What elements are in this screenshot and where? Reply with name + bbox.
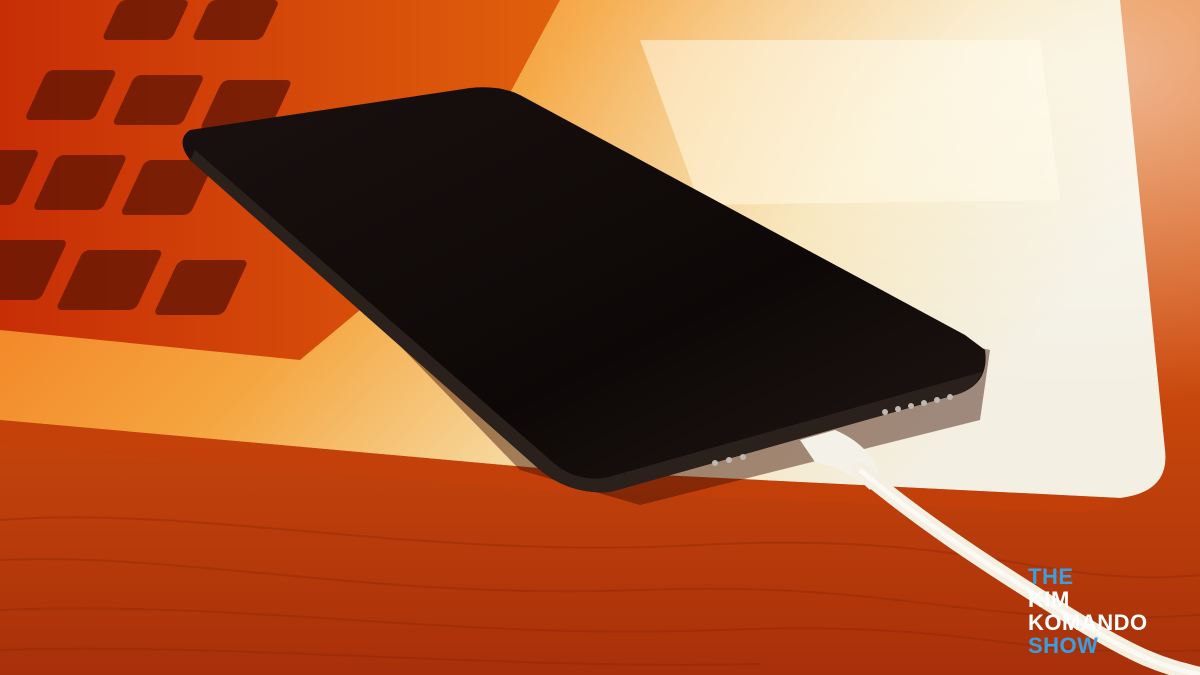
photo-scene: THE KIM KOMANDO SHOW: [0, 0, 1200, 675]
kim-komando-show-logo: THE KIM KOMANDO SHOW: [1028, 566, 1188, 657]
logo-line-komando: KOMANDO: [1028, 610, 1148, 635]
photo-illustration: [0, 0, 1200, 675]
logo-line-show: SHOW: [1028, 633, 1099, 658]
logo-line-kim: KIM: [1028, 587, 1070, 612]
logo-line-the: THE: [1028, 564, 1074, 589]
